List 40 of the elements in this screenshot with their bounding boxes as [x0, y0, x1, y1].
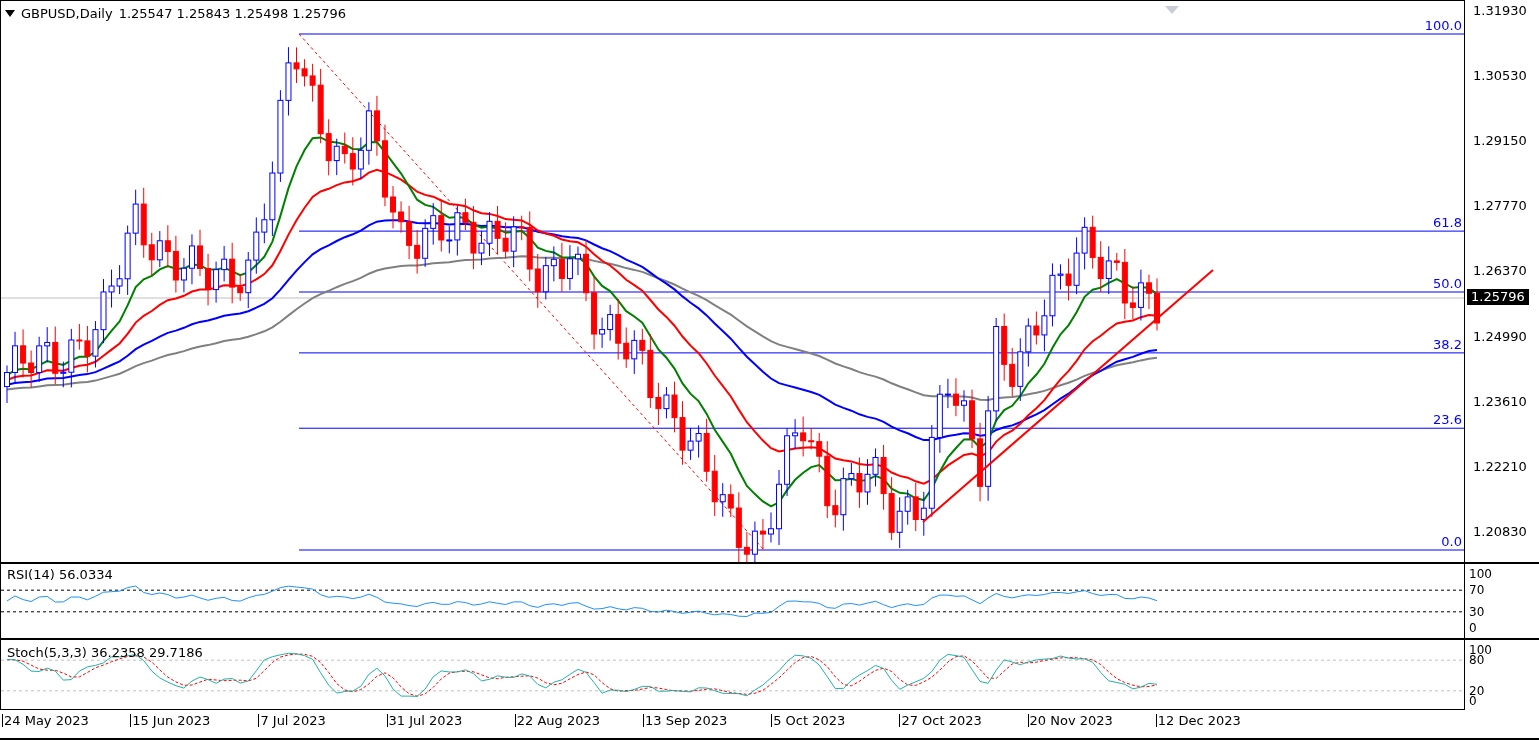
- price-axis-label: 1.23610: [1473, 394, 1527, 408]
- stochastic-title: Stoch(5,3,3) 36.2358 29.7186: [7, 646, 203, 659]
- date-axis-label: 13 Sep 2023: [643, 714, 728, 727]
- date-axis-label: 27 Oct 2023: [899, 714, 982, 727]
- fibonacci-level-label: 50.0: [1433, 277, 1462, 290]
- rsi-axis-label: 0: [1469, 622, 1477, 634]
- date-axis-label: 7 Jul 2023: [258, 714, 326, 727]
- ohlc-values: 1.25547 1.25843 1.25498 1.25796: [118, 5, 347, 23]
- rsi-axis-label: 70: [1469, 584, 1485, 597]
- scroll-marker-icon: [1165, 6, 1179, 14]
- stochastic-axis-label: 80: [1469, 654, 1485, 667]
- price-axis-label: 1.24990: [1473, 329, 1527, 343]
- price-axis-label: 1.31930: [1473, 4, 1527, 17]
- dropdown-triangle-icon[interactable]: [5, 10, 15, 18]
- price-axis-label: 1.20830: [1473, 524, 1527, 538]
- fibonacci-level-label: 38.2: [1433, 337, 1462, 351]
- price-axis-label: 1.26370: [1473, 264, 1527, 278]
- stochastic-axis-label: 100: [1469, 644, 1492, 656]
- rsi-axis-label: 100: [1469, 568, 1492, 580]
- symbol-title: GBPUSD,Daily: [21, 5, 113, 23]
- fibonacci-level-label: 0.0: [1441, 535, 1462, 548]
- fibonacci-level-label: 23.6: [1433, 413, 1462, 427]
- current-price-label: 1.25796: [1467, 289, 1529, 305]
- date-axis-label: 22 Aug 2023: [514, 714, 601, 727]
- price-axis-label: 1.29150: [1473, 134, 1527, 148]
- date-axis-label: 31 Jul 2023: [386, 714, 463, 727]
- date-axis-label: 20 Nov 2023: [1027, 714, 1113, 727]
- stochastic-axis-label: 0: [1469, 695, 1477, 707]
- date-axis-label: 24 May 2023: [2, 714, 89, 727]
- date-axis-label: 5 Oct 2023: [771, 714, 846, 727]
- price-axis-label: 1.27770: [1473, 199, 1527, 213]
- rsi-title: RSI(14) 56.0334: [7, 568, 113, 581]
- price-axis-label: 1.22210: [1473, 459, 1527, 473]
- price-axis-label: 1.30530: [1473, 69, 1527, 83]
- fibonacci-level-label: 61.8: [1433, 216, 1462, 230]
- date-axis-label: 15 Jun 2023: [130, 714, 211, 727]
- rsi-axis-label: 30: [1469, 605, 1485, 618]
- fibonacci-level-label: 100.0: [1424, 19, 1462, 32]
- date-axis-label: 12 Dec 2023: [1155, 714, 1241, 727]
- stochastic-axis-label: 20: [1469, 684, 1485, 697]
